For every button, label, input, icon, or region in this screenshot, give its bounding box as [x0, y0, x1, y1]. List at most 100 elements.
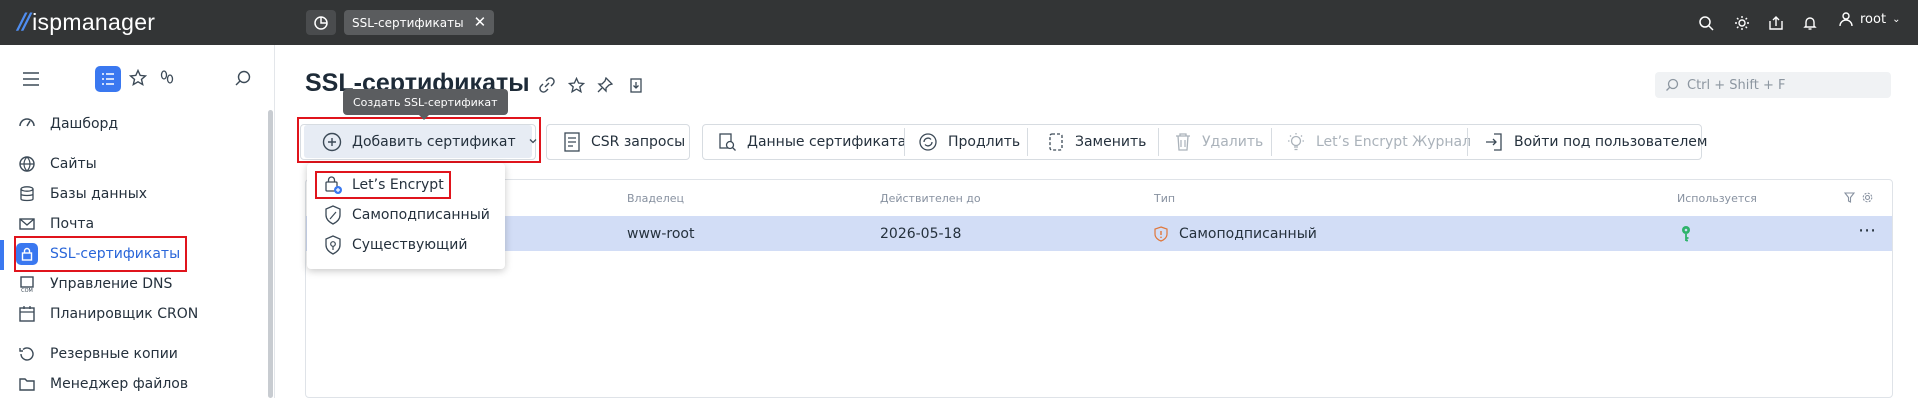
chevron-down-icon: ⌄ [1892, 13, 1901, 25]
favorite-star-icon[interactable] [565, 74, 587, 96]
sidebar-item-backups[interactable]: Резервные копии [16, 340, 178, 368]
column-header-type[interactable]: Тип [1154, 192, 1175, 205]
folder-icon [16, 373, 38, 395]
search-icon [1666, 78, 1679, 91]
upload-icon[interactable] [1764, 10, 1788, 35]
dropdown-item-self-signed[interactable]: Самоподписанный [322, 204, 490, 226]
user-icon [1839, 12, 1853, 27]
warning-shield-icon [1154, 226, 1168, 246]
cell-owner: www-root [627, 226, 695, 242]
toolbar-divider [1467, 128, 1468, 156]
column-header-owner[interactable]: Владелец [627, 192, 684, 205]
cell-type: Самоподписанный [1179, 226, 1317, 242]
sidebar-search-icon[interactable] [234, 69, 252, 91]
global-search-input[interactable]: Ctrl + Shift + F [1655, 72, 1891, 98]
pin-icon[interactable] [594, 74, 616, 96]
logo-text: ispmanager [32, 8, 156, 35]
sidebar-item-label: Базы данных [50, 186, 148, 202]
certificates-table [305, 179, 1893, 398]
database-icon [16, 183, 38, 205]
mail-icon [16, 213, 38, 235]
sidebar-item-cron[interactable]: Планировщик CRON [16, 300, 198, 328]
sidebar-item-files[interactable]: Менеджер файлов [16, 370, 188, 398]
globe-icon [16, 153, 38, 175]
sidebar-scrollbar[interactable] [268, 110, 273, 398]
key-in-use-icon [1680, 225, 1692, 247]
letsencrypt-log-label: Let’s Encrypt Журнал [1316, 134, 1472, 150]
search-icon[interactable] [1694, 10, 1718, 35]
certificate-data-button[interactable]: Данные сертификата [705, 124, 918, 160]
dashboard-icon [16, 113, 38, 135]
shield-key-icon [322, 235, 344, 255]
sidebar-item-databases[interactable]: Базы данных [16, 180, 147, 208]
highlight-ssl-sidebar [14, 236, 187, 272]
highlight-add-button [297, 117, 541, 163]
user-name: root [1860, 11, 1887, 27]
search-placeholder: Ctrl + Shift + F [1687, 77, 1786, 93]
sidebar-item-label: Резервные копии [50, 346, 178, 362]
footprints-icon[interactable] [158, 69, 176, 91]
close-icon[interactable]: ✕ [474, 15, 487, 30]
user-menu[interactable]: root ⌄ [1838, 11, 1900, 27]
sidebar-item-label: Почта [50, 216, 95, 232]
document-list-icon [563, 132, 581, 152]
csr-requests-button[interactable]: CSR запросы [551, 124, 697, 160]
sidebar-item-dns[interactable]: COM Управление DNS [16, 270, 172, 298]
svg-text:COM: COM [21, 288, 33, 293]
table-row[interactable] [306, 216, 1892, 251]
logo[interactable]: // ispmanager [18, 8, 155, 36]
top-bar: // ispmanager SSL-сертификаты ✕ root ⌄ [0, 0, 1918, 45]
renew-label: Продлить [948, 134, 1021, 150]
delete-button[interactable]: Удалить [1162, 124, 1275, 160]
cell-valid-until: 2026-05-18 [880, 226, 962, 242]
filter-icon[interactable] [1843, 191, 1856, 207]
trash-icon [1174, 132, 1192, 152]
replace-label: Заменить [1075, 134, 1147, 150]
login-icon [1484, 132, 1504, 152]
sidebar-item-label: Сайты [50, 156, 97, 172]
dropdown-item-existing[interactable]: Существующий [322, 234, 467, 256]
home-tab-button[interactable] [306, 10, 336, 35]
active-indicator [0, 240, 4, 270]
tab-ssl-certificates[interactable]: SSL-сертификаты ✕ [344, 10, 495, 35]
renew-icon [918, 132, 938, 152]
highlight-letsencrypt [315, 171, 451, 199]
tab-label: SSL-сертификаты [352, 15, 464, 30]
replace-button[interactable]: Заменить [1035, 124, 1158, 160]
sidebar-item-label: Управление DNS [50, 276, 173, 292]
toolbar-divider [1027, 128, 1028, 156]
letsencrypt-log-button[interactable]: Let’s Encrypt Журнал [1274, 124, 1483, 160]
link-icon[interactable] [536, 74, 558, 96]
login-as-user-label: Войти под пользователем [1514, 134, 1708, 150]
login-as-user-button[interactable]: Войти под пользователем [1472, 124, 1719, 160]
sidebar-item-dashboard[interactable]: Дашборд [16, 110, 118, 138]
delete-label: Удалить [1202, 134, 1264, 150]
lightbulb-log-icon [1286, 132, 1306, 152]
dropdown-item-label: Существующий [352, 237, 468, 253]
calendar-icon [16, 303, 38, 325]
csr-requests-label: CSR запросы [591, 134, 686, 150]
dns-icon: COM [16, 273, 38, 295]
renew-button[interactable]: Продлить [906, 124, 1032, 160]
column-header-valid-until[interactable]: Действителен до [880, 192, 981, 205]
certificate-data-label: Данные сертификата [747, 134, 907, 150]
sidebar-item-sites[interactable]: Сайты [16, 150, 97, 178]
export-icon[interactable] [625, 74, 647, 96]
list-view-icon[interactable] [95, 66, 121, 92]
row-actions-menu-icon[interactable]: ⋯ [1858, 222, 1876, 240]
table-settings-gear-icon[interactable] [1862, 191, 1873, 207]
sidebar-item-label: Менеджер файлов [50, 376, 189, 392]
logo-mark-icon: // [18, 9, 31, 35]
theme-sun-icon[interactable] [1730, 10, 1754, 35]
sidebar-item-label: Планировщик CRON [50, 306, 199, 322]
toolbar-divider [1158, 128, 1159, 156]
bell-icon[interactable] [1798, 10, 1822, 35]
menu-toggle-icon[interactable] [22, 72, 40, 90]
star-icon[interactable] [128, 68, 148, 91]
toolbar-divider [904, 128, 905, 156]
add-certificate-tooltip: Создать SSL-сертификат [343, 89, 508, 120]
toolbar-divider [1271, 128, 1272, 156]
pie-chart-icon [314, 15, 328, 30]
column-header-in-use[interactable]: Используется [1677, 192, 1757, 205]
sidebar-item-mail[interactable]: Почта [16, 210, 94, 238]
